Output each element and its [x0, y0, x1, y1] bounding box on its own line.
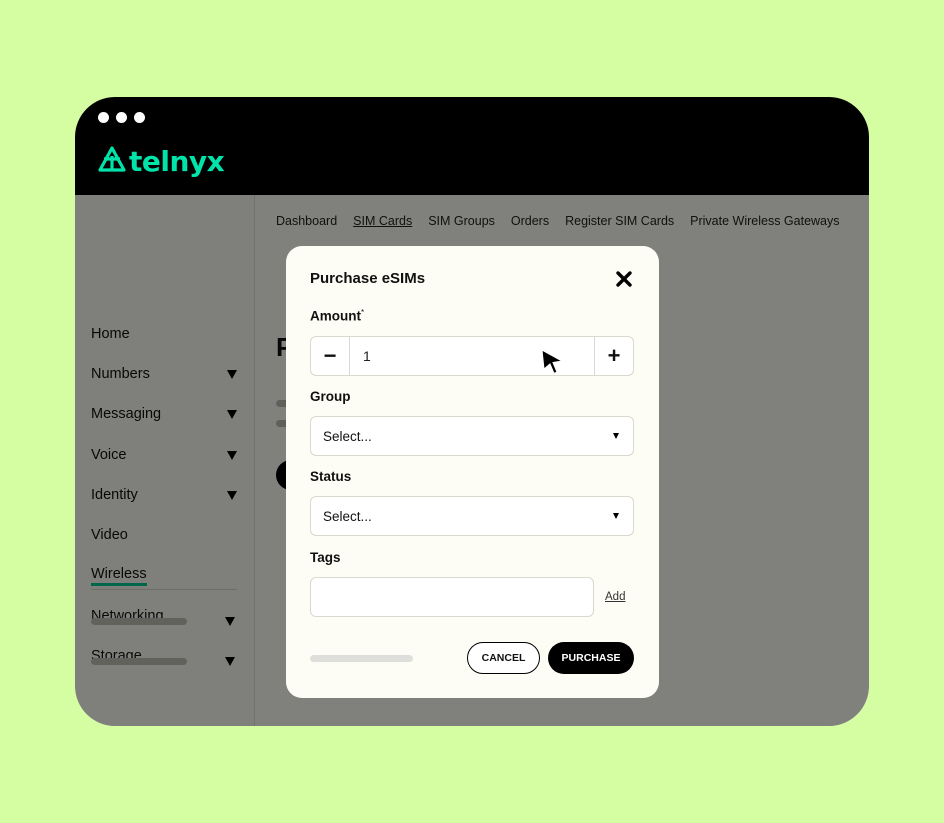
amount-label-text: Amount — [310, 308, 361, 324]
title-bar: telnyx — [75, 97, 869, 195]
amount-stepper: − + — [310, 336, 634, 376]
window-controls — [98, 112, 145, 123]
telnyx-logo-icon — [98, 146, 126, 177]
group-select-value: Select... — [323, 428, 372, 444]
add-tag-link[interactable]: Add — [605, 591, 625, 603]
group-select[interactable]: Select... — [310, 416, 634, 456]
purchase-esims-modal: Purchase eSIMs Amount* − + Group Select.… — [286, 246, 659, 698]
close-icon — [615, 270, 633, 293]
window-dot[interactable] — [98, 112, 109, 123]
logo-text: telnyx — [129, 145, 225, 178]
window-dot[interactable] — [134, 112, 145, 123]
purchase-button[interactable]: PURCHASE — [548, 642, 634, 674]
increment-button[interactable]: + — [594, 337, 633, 375]
group-label: Group — [310, 389, 351, 404]
telnyx-logo[interactable]: telnyx — [98, 145, 225, 178]
placeholder-bar — [310, 655, 413, 662]
modal-title: Purchase eSIMs — [310, 270, 426, 287]
tags-label: Tags — [310, 550, 341, 565]
mouse-cursor-icon — [541, 349, 565, 375]
status-select[interactable]: Select... — [310, 496, 634, 536]
window-dot[interactable] — [116, 112, 127, 123]
required-mark: * — [361, 308, 365, 317]
decrement-button[interactable]: − — [311, 337, 350, 375]
status-select-value: Select... — [323, 508, 372, 524]
caret-down-icon — [613, 513, 619, 519]
caret-down-icon — [613, 433, 619, 439]
cancel-button[interactable]: CANCEL — [467, 642, 540, 674]
tags-input[interactable] — [310, 577, 594, 617]
status-label: Status — [310, 469, 352, 484]
close-button[interactable] — [613, 270, 635, 292]
amount-label: Amount* — [310, 308, 364, 324]
